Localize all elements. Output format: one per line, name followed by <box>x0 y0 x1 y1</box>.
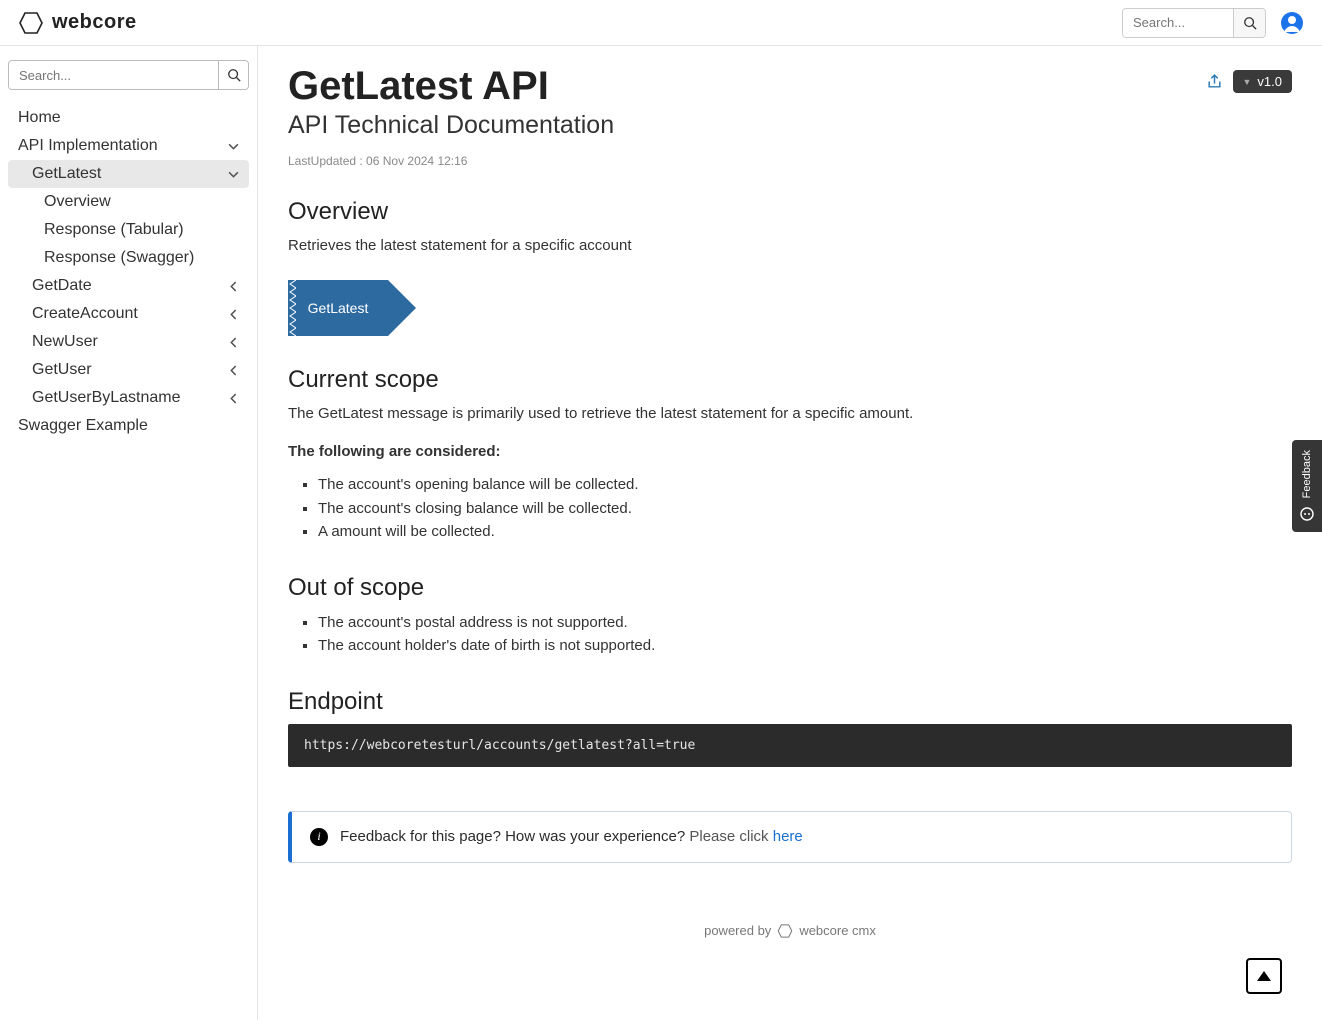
sidebar-search <box>8 60 249 90</box>
chevron-down-icon <box>228 169 239 180</box>
topbar: webcore <box>0 0 1322 46</box>
endpoint-section: Endpoint https://webcoretesturl/accounts… <box>288 688 1292 767</box>
chevron-left-icon <box>228 281 239 292</box>
scope-list-intro: The following are considered: <box>288 443 501 460</box>
scope-text: The GetLatest message is primarily used … <box>288 402 1292 426</box>
sidebar-item-label: Response (Swagger) <box>44 249 194 267</box>
sidebar: Home API Implementation GetLatest Overview R… <box>0 46 258 1020</box>
brand[interactable]: webcore <box>18 10 137 36</box>
page-actions: ▼ v1.0 <box>1206 70 1293 93</box>
feedback-tab[interactable]: Feedback <box>1292 440 1322 532</box>
sidebar-item-getdate[interactable]: GetDate <box>8 272 249 300</box>
scroll-to-top-button[interactable] <box>1246 958 1282 994</box>
search-icon <box>1243 16 1257 30</box>
feedback-text: Feedback for this page? How was your exp… <box>340 828 803 845</box>
page-title: GetLatest API <box>288 64 614 109</box>
page-header: GetLatest API API Technical Documentatio… <box>288 64 1292 168</box>
list-item: The account's closing balance will be co… <box>318 498 1292 521</box>
sidebar-item-swagger-example[interactable]: Swagger Example <box>8 412 249 440</box>
chevron-left-icon <box>228 365 239 376</box>
top-search <box>1122 8 1266 38</box>
list-item: The account's opening balance will be co… <box>318 474 1292 497</box>
sidebar-item-createaccount[interactable]: CreateAccount <box>8 300 249 328</box>
info-icon: i <box>310 828 328 846</box>
chevron-down-icon <box>228 141 239 152</box>
sidebar-item-label: Response (Tabular) <box>44 221 184 239</box>
footer-text: powered by <box>704 923 771 938</box>
endpoint-code: https://webcoretesturl/accounts/getlates… <box>288 724 1292 767</box>
sidebar-item-getlatest[interactable]: GetLatest <box>8 160 249 188</box>
account-icon[interactable] <box>1280 11 1304 35</box>
overview-text: Retrieves the latest statement for a spe… <box>288 234 1292 258</box>
top-search-button[interactable] <box>1233 9 1265 37</box>
overview-heading: Overview <box>288 198 1292 226</box>
chevron-left-icon <box>228 337 239 348</box>
scope-list: The account's opening balance will be co… <box>288 474 1292 544</box>
sidebar-item-label: Home <box>18 109 61 127</box>
scope-section: Current scope The GetLatest message is p… <box>288 366 1292 544</box>
hexagon-logo-icon <box>18 10 44 36</box>
sidebar-item-api-implementation[interactable]: API Implementation <box>8 132 249 160</box>
version-dropdown[interactable]: ▼ v1.0 <box>1233 70 1293 93</box>
scope-heading: Current scope <box>288 366 1292 394</box>
footer: powered by webcore cmx <box>288 923 1292 939</box>
chat-icon <box>1299 506 1315 522</box>
sidebar-item-getuserbylastname[interactable]: GetUserByLastname <box>8 384 249 412</box>
endpoint-heading: Endpoint <box>288 688 1292 716</box>
sidebar-item-overview[interactable]: Overview <box>8 188 249 216</box>
footer-brand: webcore cmx <box>799 923 876 938</box>
sidebar-item-response-tabular-[interactable]: Response (Tabular) <box>8 216 249 244</box>
feedback-tab-label: Feedback <box>1301 450 1313 498</box>
sidebar-item-home[interactable]: Home <box>8 104 249 132</box>
triangle-up-icon <box>1256 970 1272 982</box>
sidebar-item-label: GetDate <box>32 277 92 295</box>
sidebar-item-response-swagger-[interactable]: Response (Swagger) <box>8 244 249 272</box>
out-heading: Out of scope <box>288 574 1292 602</box>
api-tag: GetLatest <box>288 280 388 336</box>
overview-section: Overview Retrieves the latest statement … <box>288 198 1292 336</box>
last-updated: LastUpdated : 06 Nov 2024 12:16 <box>288 154 614 168</box>
page-subtitle: API Technical Documentation <box>288 111 614 140</box>
out-list: The account's postal address is not supp… <box>288 612 1292 658</box>
list-item: The account's postal address is not supp… <box>318 612 1292 635</box>
version-label: v1.0 <box>1257 74 1282 89</box>
sidebar-item-label: API Implementation <box>18 137 158 155</box>
feedback-callout: i Feedback for this page? How was your e… <box>288 811 1292 863</box>
sidebar-item-label: GetLatest <box>32 165 101 183</box>
topbar-right <box>1122 8 1304 38</box>
search-icon <box>227 68 241 82</box>
sidebar-item-label: NewUser <box>32 333 98 351</box>
feedback-link[interactable]: here <box>773 828 803 845</box>
brand-name: webcore <box>52 11 137 34</box>
sidebar-nav: Home API Implementation GetLatest Overview R… <box>8 104 249 440</box>
share-icon[interactable] <box>1206 73 1223 90</box>
main-content: GetLatest API API Technical Documentatio… <box>258 46 1322 1020</box>
hexagon-logo-icon <box>777 923 793 939</box>
list-item: The account holder's date of birth is no… <box>318 635 1292 658</box>
top-search-input[interactable] <box>1123 9 1233 37</box>
caret-down-icon: ▼ <box>1243 77 1252 87</box>
chevron-left-icon <box>228 393 239 404</box>
sidebar-item-label: CreateAccount <box>32 305 138 323</box>
sidebar-item-label: Swagger Example <box>18 417 148 435</box>
out-of-scope-section: Out of scope The account's postal addres… <box>288 574 1292 658</box>
chevron-left-icon <box>228 309 239 320</box>
zigzag-edge-icon <box>288 280 296 336</box>
sidebar-item-label: GetUserByLastname <box>32 389 181 407</box>
sidebar-item-newuser[interactable]: NewUser <box>8 328 249 356</box>
layout: Home API Implementation GetLatest Overview R… <box>0 46 1322 1020</box>
list-item: A amount will be collected. <box>318 521 1292 544</box>
api-tag-label: GetLatest <box>308 300 369 316</box>
sidebar-item-getuser[interactable]: GetUser <box>8 356 249 384</box>
sidebar-search-button[interactable] <box>218 61 248 89</box>
sidebar-search-input[interactable] <box>9 61 218 89</box>
sidebar-item-label: Overview <box>44 193 111 211</box>
sidebar-item-label: GetUser <box>32 361 92 379</box>
